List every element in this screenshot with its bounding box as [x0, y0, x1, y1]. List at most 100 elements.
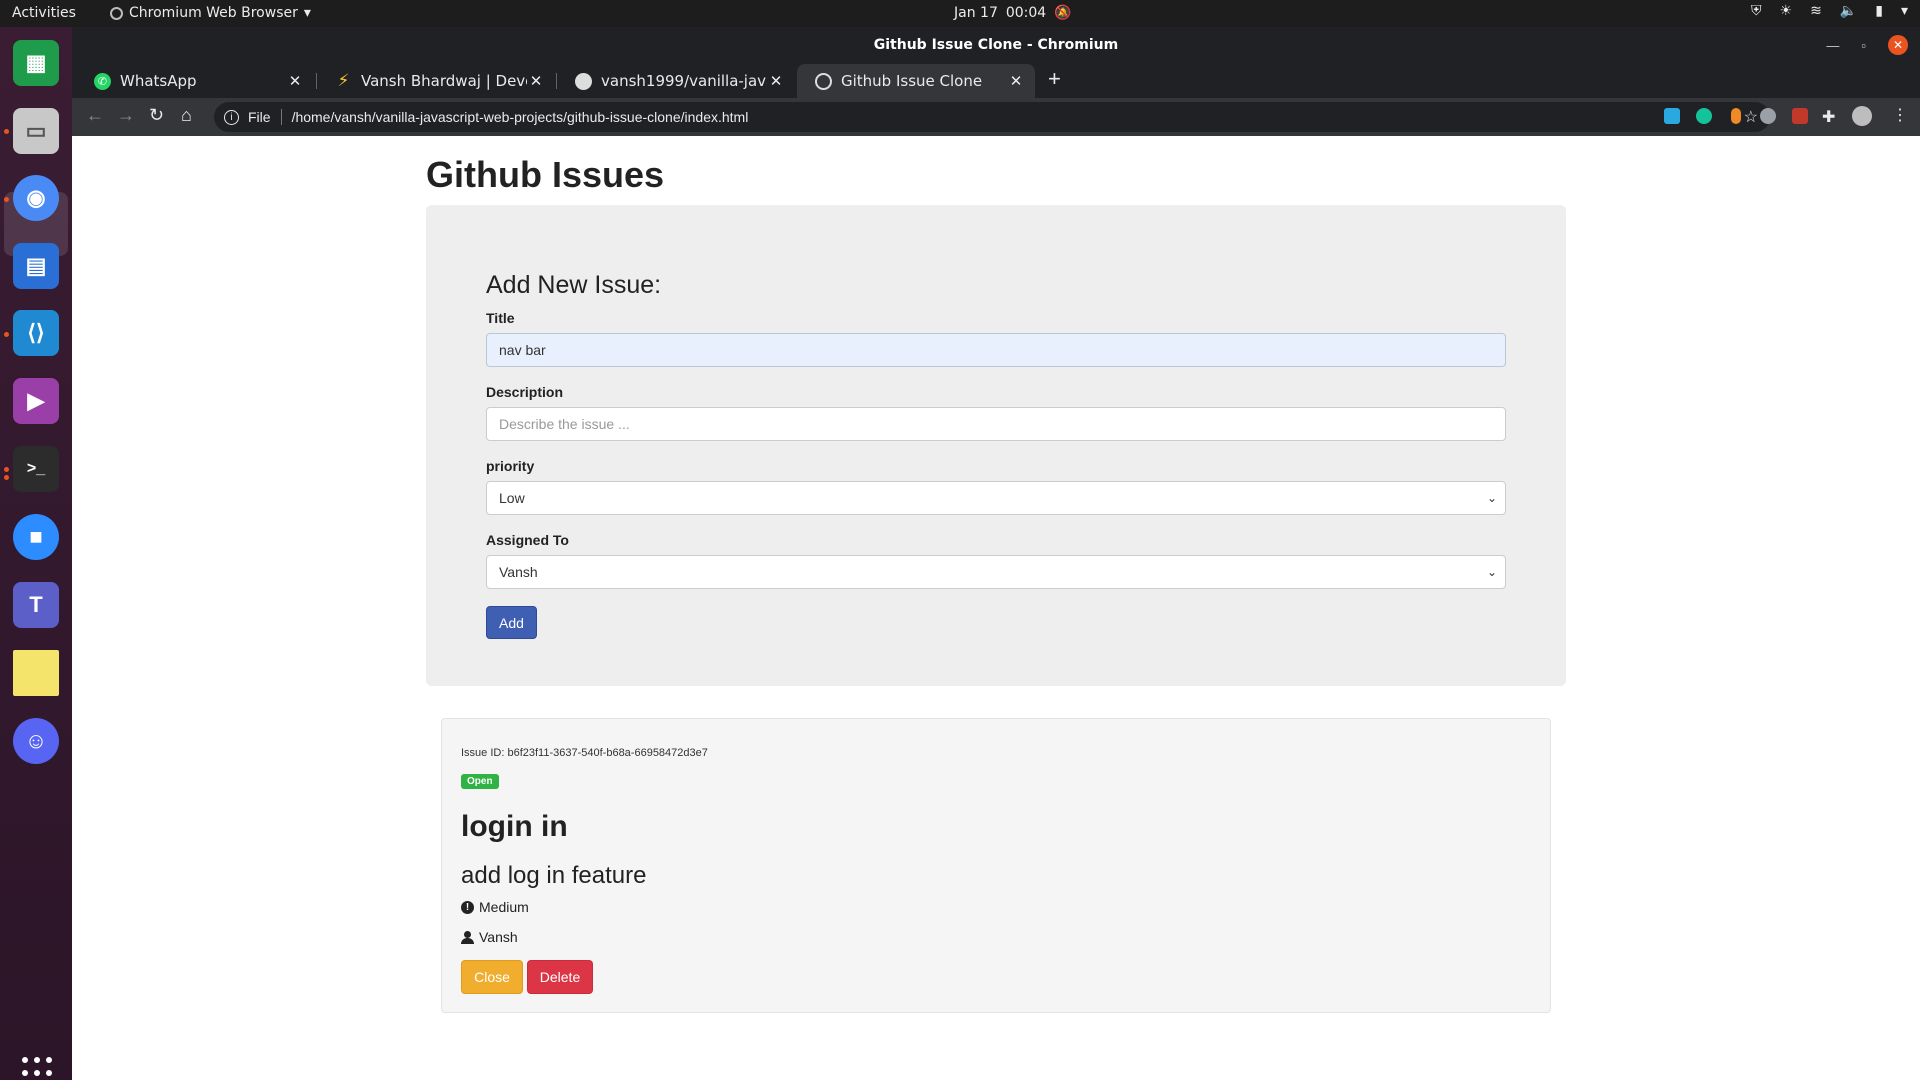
chevron-down-icon: ▾	[1900, 3, 1908, 19]
clock-time: 00:04	[1005, 5, 1047, 21]
scheme-label: File	[248, 109, 271, 125]
page-viewport: Github Issues Add New Issue: Title Descr…	[72, 136, 1920, 1080]
battery-icon: ▮	[1875, 3, 1883, 19]
app-menu-label: Chromium Web Browser	[129, 5, 298, 21]
activities-button[interactable]: Activities	[12, 5, 76, 21]
lightning-icon: ⚡	[337, 71, 350, 91]
close-icon[interactable]: ✕	[767, 72, 785, 90]
status-badge: Open	[461, 774, 499, 789]
chevron-down-icon: ⌄	[1486, 565, 1497, 579]
issue-priority: ! Medium	[461, 899, 529, 915]
close-icon[interactable]: ✕	[286, 72, 304, 90]
priority-label: priority	[486, 458, 535, 474]
volume-icon: 🔈	[1839, 3, 1858, 19]
running-indicator	[4, 467, 9, 472]
title-label: Title	[486, 310, 515, 326]
chevron-down-icon: ⌄	[1486, 491, 1497, 505]
video-player-icon[interactable]: ▶	[13, 378, 59, 424]
running-indicator	[4, 197, 9, 202]
notifications-muted-icon: 🔕	[1054, 5, 1072, 21]
grammarly-icon[interactable]	[1696, 108, 1712, 124]
dock: ▦ ▭ ◉ ▤ ⟨⟩ ▶ >_ ■ T ☺	[0, 27, 72, 1080]
forward-icon[interactable]: →	[117, 105, 135, 126]
reload-icon[interactable]: ↻	[149, 105, 164, 126]
react-devtools-icon[interactable]	[1760, 108, 1776, 124]
minimize-icon[interactable]: —	[1826, 38, 1839, 53]
issue-card: Issue ID: b6f23f11-3637-540f-b68a-669584…	[441, 718, 1551, 1013]
close-icon[interactable]: ✕	[1888, 35, 1908, 55]
assignee-select[interactable]: Vansh ⌄	[486, 555, 1506, 589]
tab-label: vansh1999/vanilla-javasc	[601, 72, 767, 90]
maximize-icon[interactable]: ▫	[1861, 38, 1866, 53]
teams-icon[interactable]: T	[13, 582, 59, 628]
wifi-icon: ≋	[1810, 3, 1822, 19]
home-icon[interactable]: ⌂	[181, 105, 192, 126]
window-title-bar[interactable]: Github Issue Clone - Chromium — ▫ ✕	[72, 27, 1920, 64]
avatar[interactable]	[1852, 106, 1872, 126]
issue-id: Issue ID: b6f23f11-3637-540f-b68a-669584…	[461, 747, 708, 759]
libreoffice-calc-icon[interactable]: ▦	[13, 40, 59, 86]
discord-icon[interactable]: ☺	[13, 718, 59, 764]
running-indicator	[4, 475, 9, 480]
close-icon[interactable]: ✕	[1007, 72, 1025, 90]
tab-github-issue-clone[interactable]: Github Issue Clone ✕	[797, 64, 1035, 98]
pen-extension-icon[interactable]	[1664, 108, 1680, 124]
chromium-icon[interactable]: ◉	[13, 175, 59, 221]
running-indicator	[4, 332, 9, 337]
brightness-icon: ☀	[1779, 3, 1793, 19]
tab-strip: ✆ WhatsApp ✕ ⚡ Vansh Bhardwaj | Develop …	[72, 64, 1920, 98]
assignee-selected-value: Vansh	[499, 564, 538, 580]
issue-assignee-text: Vansh	[479, 929, 518, 945]
issue-priority-text: Medium	[479, 899, 529, 915]
tab-portfolio[interactable]: ⚡ Vansh Bhardwaj | Develop ✕	[317, 64, 555, 98]
caret-down-icon: ▾	[303, 5, 311, 21]
window-title: Github Issue Clone - Chromium	[873, 37, 1119, 53]
vscode-icon[interactable]: ⟨⟩	[13, 310, 59, 356]
description-label: Description	[486, 384, 564, 400]
clock[interactable]: Jan 17 00:04 🔕	[954, 5, 1072, 21]
tab-label: Github Issue Clone	[841, 72, 983, 90]
clock-date: Jan 17	[954, 5, 998, 21]
description-input[interactable]	[486, 407, 1506, 441]
extension-badge-icon[interactable]	[1792, 108, 1808, 124]
title-input[interactable]	[486, 333, 1506, 367]
divider	[280, 109, 282, 125]
system-tray[interactable]: ⛨ ☀ ≋ 🔈 ▮ ▾	[1751, 3, 1908, 19]
globe-icon	[815, 72, 832, 90]
priority-select[interactable]: Low ⌄	[486, 481, 1506, 515]
app-menu[interactable]: Chromium Web Browser ▾	[110, 5, 311, 21]
files-icon[interactable]: ▭	[13, 108, 59, 154]
show-applications-icon[interactable]	[22, 1057, 54, 1080]
sticky-notes-icon[interactable]	[13, 650, 59, 696]
address-bar[interactable]: i File /home/vansh/vanilla-javascript-we…	[214, 102, 1770, 132]
whatsapp-icon: ✆	[94, 72, 111, 90]
url-text[interactable]: /home/vansh/vanilla-javascript-web-proje…	[292, 109, 749, 125]
issue-description: add log in feature	[461, 862, 647, 889]
add-issue-button[interactable]: Add	[486, 606, 537, 639]
info-icon[interactable]: i	[224, 109, 239, 125]
delete-issue-button[interactable]: Delete	[527, 960, 593, 994]
zoom-icon[interactable]: ■	[13, 514, 59, 560]
tab-github-repo[interactable]: vansh1999/vanilla-javasc ✕	[557, 64, 795, 98]
close-icon[interactable]: ✕	[527, 72, 545, 90]
exclamation-circle-icon: !	[461, 900, 474, 914]
back-icon[interactable]: ←	[86, 105, 104, 126]
issue-title: login in	[461, 810, 568, 843]
system-top-bar: Activities Chromium Web Browser ▾ Jan 17…	[0, 0, 1920, 27]
tab-whatsapp[interactable]: ✆ WhatsApp ✕	[76, 64, 314, 98]
new-tab-button[interactable]: +	[1048, 66, 1061, 92]
issue-assignee: Vansh	[461, 929, 518, 945]
bookmark-star-icon[interactable]: ☆	[1744, 107, 1758, 127]
puzzle-icon[interactable]: ✚	[1822, 107, 1835, 127]
chromium-icon	[110, 6, 123, 20]
tab-label: WhatsApp	[120, 72, 197, 90]
more-menu-icon[interactable]: ⋮	[1892, 105, 1908, 125]
priority-selected-value: Low	[499, 490, 525, 506]
libreoffice-writer-icon[interactable]: ▤	[13, 243, 59, 289]
user-icon	[461, 930, 474, 944]
window-controls: — ▫ ✕	[1826, 35, 1908, 55]
terminal-icon[interactable]: >_	[13, 446, 59, 492]
browser-toolbar: ← → ↻ ⌂ i File /home/vansh/vanilla-javas…	[72, 98, 1920, 136]
extension-icon[interactable]	[1731, 108, 1741, 124]
close-issue-button[interactable]: Close	[461, 960, 523, 994]
